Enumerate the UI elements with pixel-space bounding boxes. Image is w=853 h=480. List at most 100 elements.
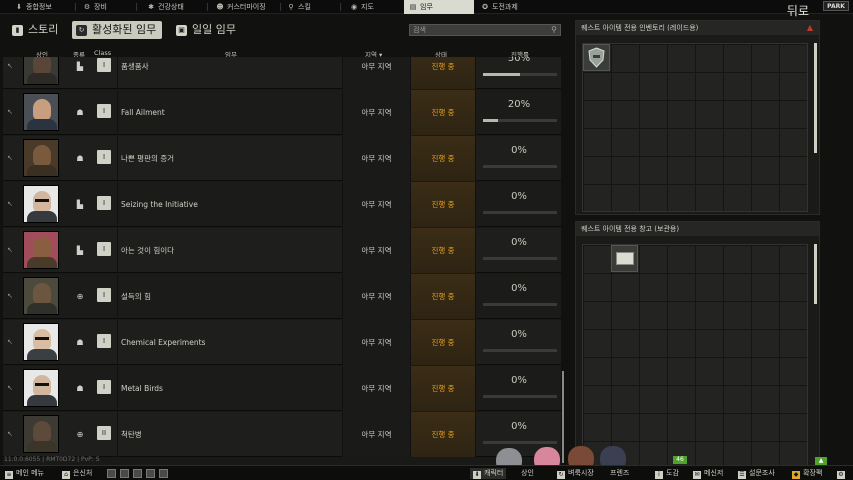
messenger-button[interactable]: ✉ 메신저 <box>693 468 723 479</box>
class-badge: I <box>97 58 111 72</box>
table-row[interactable]: ↖ ☗ I Fall Ailment 아무 지역 진행 중 20% <box>3 90 561 135</box>
book-icon: ▙ <box>76 62 84 71</box>
progress-bar <box>483 303 557 306</box>
raid-inventory-scrollbar[interactable] <box>814 43 817 153</box>
quest-progress-label: 0% <box>511 375 527 386</box>
info-icon: i <box>655 471 663 479</box>
top-nav: ⬇ 종합정보 ⚙ 장비 ✱ 건강상태 ☻ 커스터마이징 ⚲ 스킬 ◉ 지도 ▤ 임무 ✪ 도전과… <box>0 0 853 18</box>
raid-inventory-title-text: 퀘스트 아이템 전용 인벤토리 (레이드용) <box>581 24 699 32</box>
quest-name: Seizing the Initiative <box>117 182 342 227</box>
back-button[interactable]: 뒤로 <box>787 2 809 19</box>
row-expand-icon[interactable]: ↖ <box>7 182 17 227</box>
nav-tab-quests[interactable]: ▤ 임무 <box>404 0 474 14</box>
class-badge: I <box>97 196 111 210</box>
table-row[interactable]: ↖ ☗ I Chemical Experiments 아무 지역 진행 중 0% <box>3 320 561 365</box>
settings-button[interactable]: ⚙ <box>837 468 848 479</box>
traders-button[interactable]: 상인 <box>521 468 534 479</box>
table-row[interactable]: ↖ ⊕ II 척탄병 아무 지역 진행 중 0% <box>3 412 561 457</box>
trader-portrait <box>23 231 59 269</box>
quest-location: 아무 지역 <box>342 366 410 411</box>
expansion-button[interactable]: ◆ 확장팩 <box>792 468 822 479</box>
table-row[interactable]: ↖ ▙ I 아는 것이 힘이다 아무 지역 진행 중 0% <box>3 228 561 273</box>
table-row[interactable]: ↖ ⊕ I 설득의 힘 아무 지역 진행 중 0% <box>3 274 561 319</box>
table-row[interactable]: ↖ ☗ I Metal Birds 아무 지역 진행 중 0% <box>3 366 561 411</box>
nav-tab-skills[interactable]: ⚲ 스킬 <box>282 0 310 14</box>
nav-tab-health[interactable]: ✱ 건강상태 <box>142 0 184 14</box>
nav-tab-achievements[interactable]: ✪ 도전과제 <box>476 0 518 14</box>
quest-name: 나쁜 평판의 증거 <box>117 136 342 181</box>
quest-status: 진행 중 <box>410 182 475 227</box>
quest-progress-cell: 0% <box>475 136 561 181</box>
quest-progress-label: 0% <box>511 421 527 432</box>
progress-bar <box>483 349 557 352</box>
tab-daily-quests[interactable]: ▣ 일일 임무 <box>172 21 252 39</box>
traders-label: 상인 <box>521 469 534 477</box>
stash-grid[interactable] <box>582 244 808 466</box>
nav-tab-map[interactable]: ◉ 지도 <box>345 0 374 14</box>
row-expand-icon[interactable]: ↖ <box>7 366 17 411</box>
chevron-up-icon[interactable]: ▲ <box>815 457 827 465</box>
row-expand-icon[interactable]: ↖ <box>7 90 17 135</box>
row-expand-icon[interactable]: ↖ <box>7 412 17 457</box>
table-row[interactable]: ↖ ☗ I 나쁜 평판의 증거 아무 지역 진행 중 0% <box>3 136 561 181</box>
flea-market-button[interactable]: ↻ 벼룩시장 <box>557 468 594 479</box>
quest-location: 아무 지역 <box>342 136 410 181</box>
nav-tab-label: 지도 <box>361 3 374 11</box>
table-row[interactable]: ↖ ▙ I 품생품사 아무 지역 진행 중 50% <box>3 57 561 89</box>
trader-portrait <box>23 323 59 361</box>
raid-inventory-grid[interactable] <box>582 43 808 212</box>
quickslot[interactable] <box>120 469 129 478</box>
nav-tab-overview[interactable]: ⬇ 종합정보 <box>10 0 52 14</box>
crosshair-icon: ⊕ <box>76 430 84 439</box>
quickslot[interactable] <box>159 469 168 478</box>
row-expand-icon[interactable]: ↖ <box>7 57 17 89</box>
nav-tab-label: 종합정보 <box>26 3 52 11</box>
quest-location: 아무 지역 <box>342 228 410 273</box>
quickslot[interactable] <box>107 469 116 478</box>
tab-active-quests[interactable]: ↻ 활성화된 임무 <box>72 21 162 39</box>
quickslot[interactable] <box>146 469 155 478</box>
row-expand-icon[interactable]: ↖ <box>7 274 17 319</box>
crosshair-icon: ⊕ <box>76 292 84 301</box>
quest-item-shield[interactable] <box>583 44 610 71</box>
nav-tab-gear[interactable]: ⚙ 장비 <box>78 0 107 14</box>
quickslot[interactable] <box>133 469 142 478</box>
header-class[interactable]: Class <box>94 49 111 57</box>
row-expand-icon[interactable]: ↖ <box>7 228 17 273</box>
stash-scrollbar[interactable] <box>814 244 817 304</box>
trader-portrait <box>23 277 59 315</box>
quest-item-document[interactable] <box>611 245 638 272</box>
quest-progress-label: 0% <box>511 283 527 294</box>
document-icon <box>616 252 634 265</box>
row-expand-icon[interactable]: ↖ <box>7 320 17 365</box>
friends-button[interactable]: 프렌즈 <box>610 468 629 479</box>
handbook-button[interactable]: i 도감 <box>655 468 679 479</box>
row-expand-icon[interactable]: ↖ <box>7 136 17 181</box>
quest-status: 진행 중 <box>410 320 475 365</box>
hideout-icon: ⌂ <box>62 471 70 479</box>
friends-label: 프렌즈 <box>610 469 630 477</box>
quest-progress-cell: 0% <box>475 366 561 411</box>
trader-portrait-cell <box>23 136 61 181</box>
class-cell: I <box>93 320 117 365</box>
character-button[interactable]: ⬇ 캐릭터 <box>470 468 507 479</box>
shield-icon <box>588 47 605 68</box>
main-menu-button[interactable]: ≡ 메인 메뉴 <box>5 468 44 479</box>
nav-tab-customization[interactable]: ☻ 커스터마이징 <box>211 0 265 14</box>
gear-icon: ⚙ <box>83 3 91 11</box>
tab-story[interactable]: ▮ 스토리 <box>8 21 66 39</box>
hideout-button[interactable]: ⌂ 은신처 <box>62 468 92 479</box>
survey-button[interactable]: ☰ 설문조사 <box>738 468 775 479</box>
class-cell: I <box>93 274 117 319</box>
achievement-icon: ✪ <box>482 3 488 11</box>
progress-bar <box>483 257 557 260</box>
calendar-icon: ▣ <box>176 25 187 36</box>
face-icon: ☻ <box>216 3 224 11</box>
table-row[interactable]: ↖ ▙ I Seizing the Initiative 아무 지역 진행 중 0% <box>3 182 561 227</box>
quest-progress-label: 0% <box>511 237 527 248</box>
search-input[interactable]: 검색 ⚲ <box>409 24 561 36</box>
table-scrollbar[interactable] <box>562 371 564 463</box>
class-cell: I <box>93 228 117 273</box>
quest-status: 진행 중 <box>410 412 475 457</box>
nav-divider <box>207 3 208 11</box>
